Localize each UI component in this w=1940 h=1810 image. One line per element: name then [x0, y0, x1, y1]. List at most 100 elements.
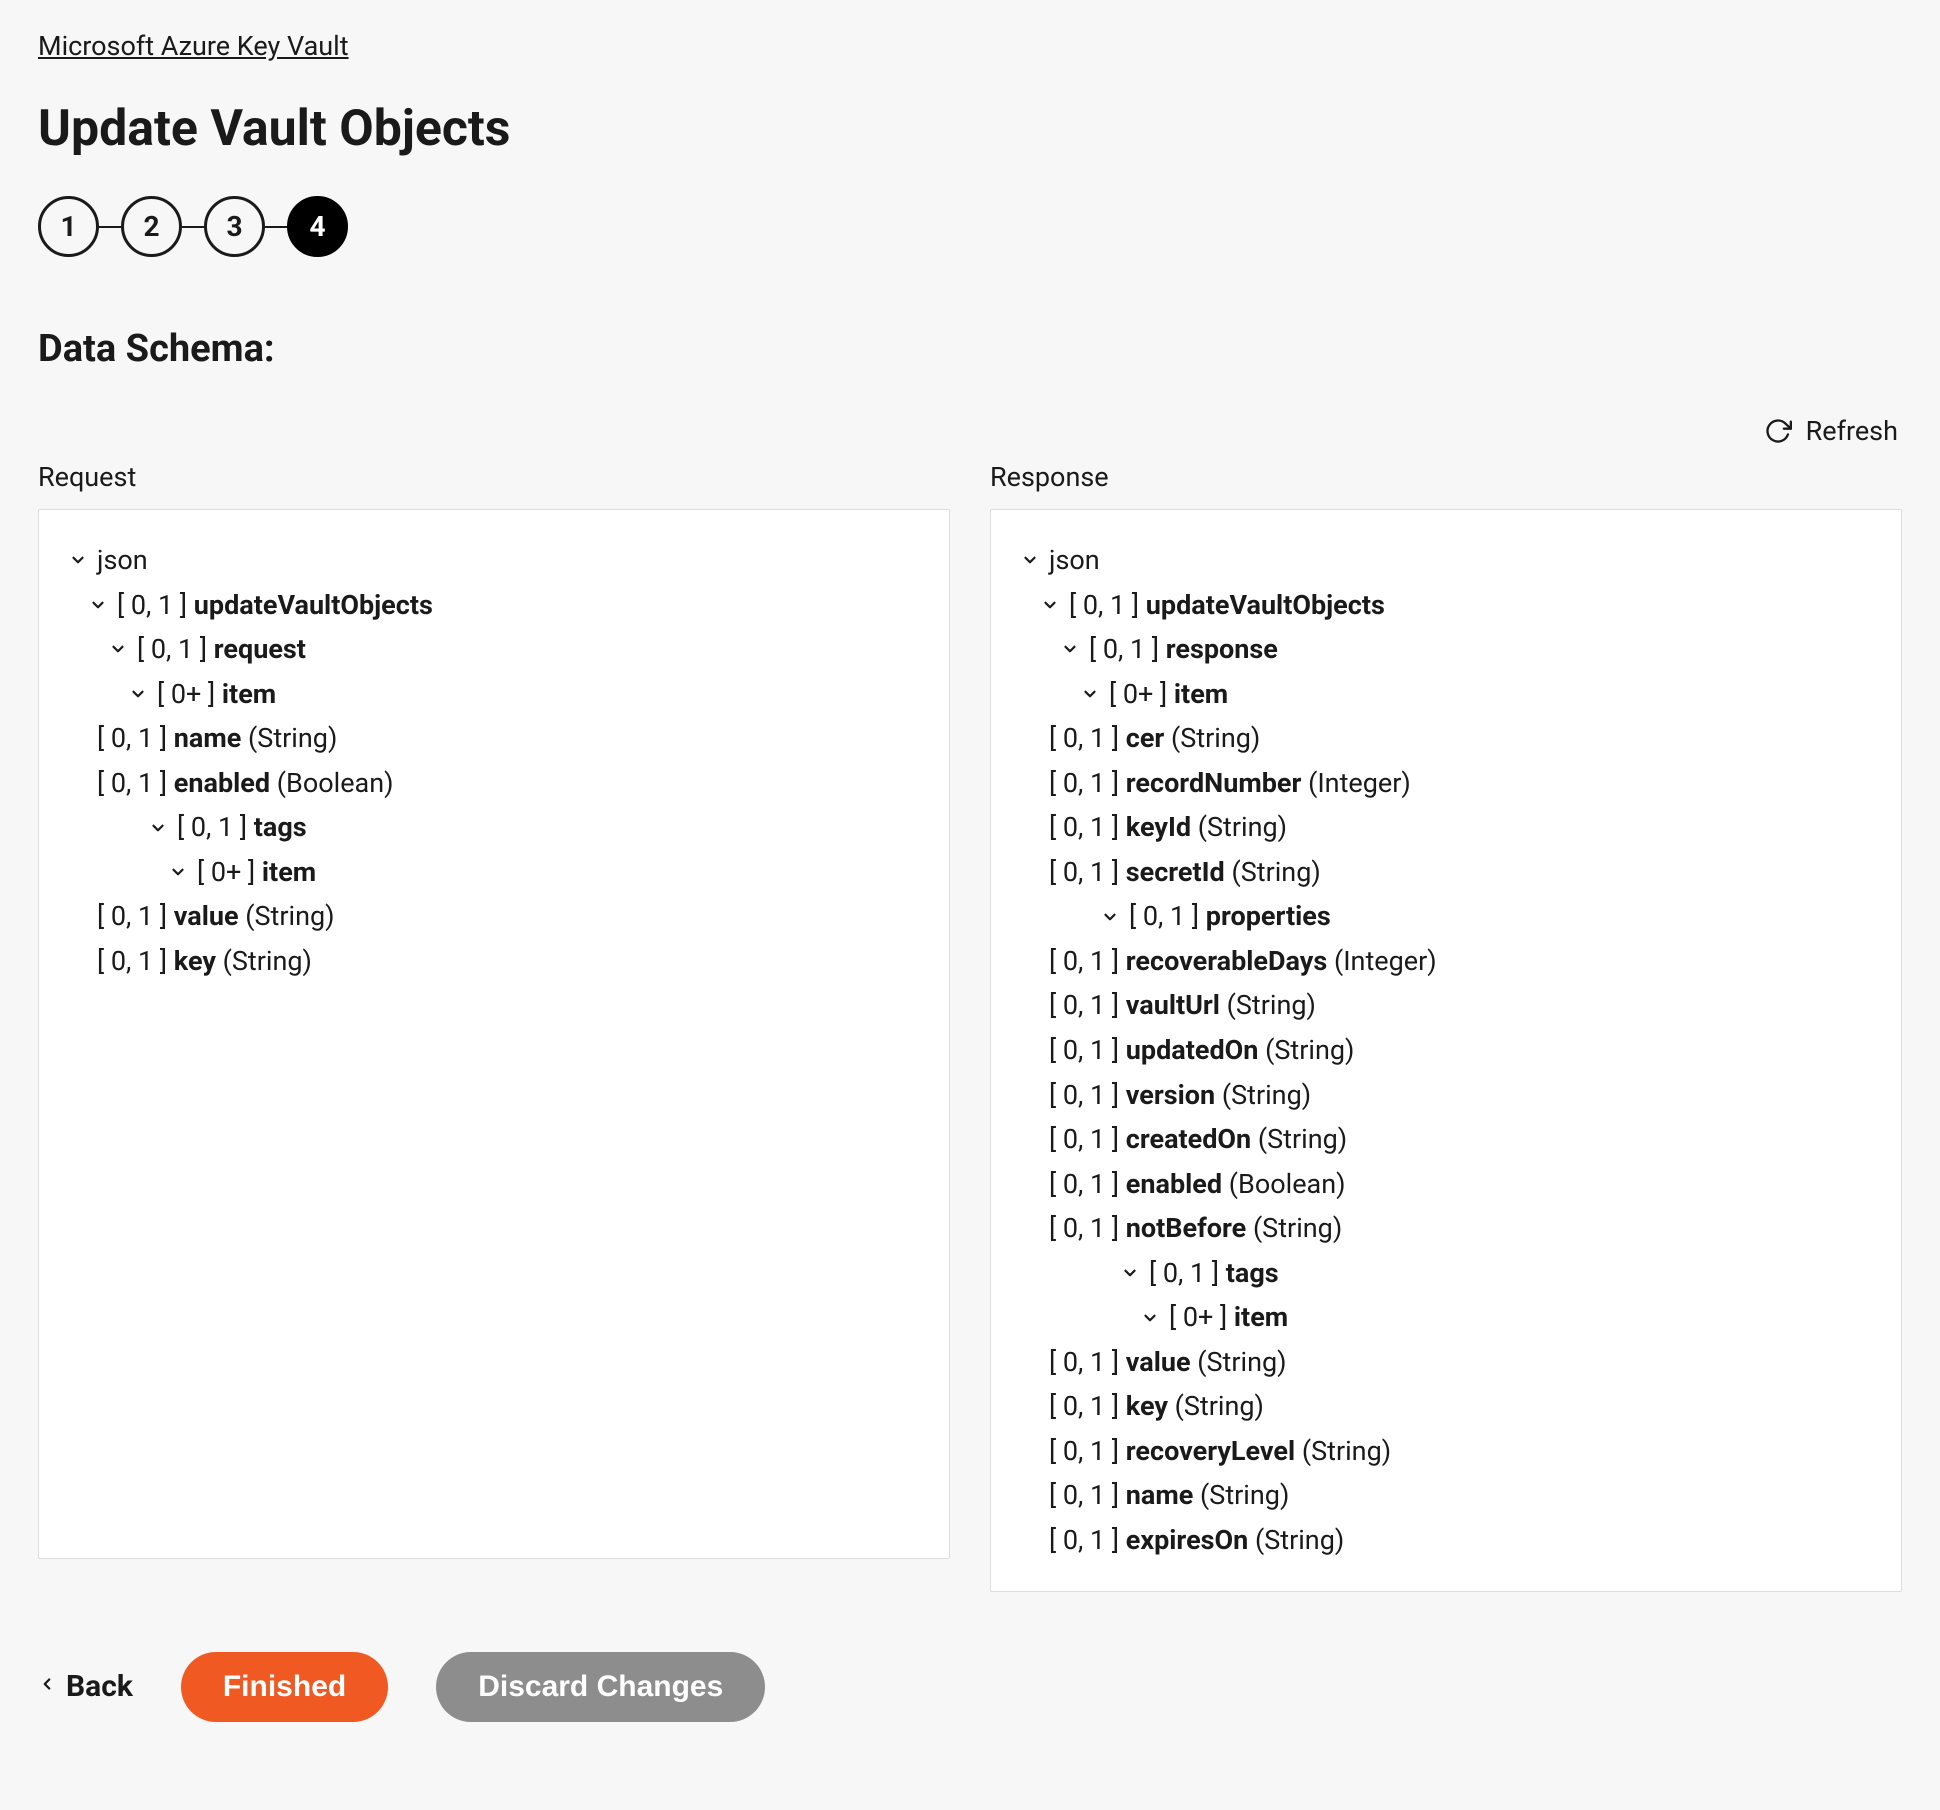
tree-node-label: [ 0, 1 ] name (String) [97, 716, 337, 761]
tree-node: [ 0, 1 ] cer (String) [1021, 716, 1871, 761]
request-panel-label: Request [38, 461, 950, 493]
tree-node-label: [ 0, 1 ] expiresOn (String) [1049, 1518, 1344, 1563]
chevron-down-icon[interactable] [89, 596, 107, 614]
tree-node-label: [ 0, 1 ] createdOn (String) [1049, 1117, 1347, 1162]
tree-node: [ 0, 1 ] recoveryLevel (String) [1021, 1429, 1871, 1474]
tree-node-label: [ 0, 1 ] name (String) [1049, 1473, 1289, 1518]
tree-node: [ 0, 1 ] updatedOn (String) [1021, 1028, 1871, 1073]
tree-node-label: [ 0, 1 ] tags [177, 805, 307, 850]
tree-node[interactable]: [ 0, 1 ] updateVaultObjects [1021, 583, 1871, 628]
tree-node: [ 0, 1 ] version (String) [1021, 1073, 1871, 1118]
tree-node-label: [ 0, 1 ] recoveryLevel (String) [1049, 1429, 1391, 1474]
tree-node[interactable]: [ 0+ ] item [1021, 672, 1871, 717]
tree-node[interactable]: json [69, 538, 919, 583]
tree-node[interactable]: [ 0+ ] item [1021, 1295, 1871, 1340]
chevron-down-icon[interactable] [129, 685, 147, 703]
tree-node-label: [ 0, 1 ] value (String) [97, 894, 335, 939]
discard-changes-button[interactable]: Discard Changes [436, 1652, 765, 1722]
response-panel-label: Response [990, 461, 1902, 493]
chevron-down-icon[interactable] [1021, 551, 1039, 569]
tree-node: [ 0, 1 ] expiresOn (String) [1021, 1518, 1871, 1563]
tree-node[interactable]: [ 0, 1 ] tags [69, 805, 919, 850]
page-title: Update Vault Objects [38, 100, 1902, 158]
step-2[interactable]: 2 [121, 196, 182, 257]
step-connector [265, 226, 287, 228]
tree-node-label: [ 0, 1 ] key (String) [1049, 1384, 1264, 1429]
tree-node-label: json [97, 538, 148, 583]
tree-node-label: [ 0+ ] item [197, 850, 316, 895]
tree-node: [ 0, 1 ] enabled (Boolean) [69, 761, 919, 806]
breadcrumb-link[interactable]: Microsoft Azure Key Vault [38, 30, 349, 62]
tree-node-label: [ 0, 1 ] response [1089, 627, 1278, 672]
tree-node: [ 0, 1 ] enabled (Boolean) [1021, 1162, 1871, 1207]
back-button[interactable]: Back [38, 1669, 133, 1704]
tree-node: [ 0, 1 ] recordNumber (Integer) [1021, 761, 1871, 806]
back-button-label: Back [66, 1669, 133, 1704]
chevron-down-icon[interactable] [1121, 1264, 1139, 1282]
chevron-down-icon[interactable] [1101, 908, 1119, 926]
tree-node-label: [ 0, 1 ] key (String) [97, 939, 312, 984]
tree-node: [ 0, 1 ] notBefore (String) [1021, 1206, 1871, 1251]
finished-button[interactable]: Finished [181, 1652, 388, 1722]
chevron-down-icon[interactable] [1141, 1309, 1159, 1327]
tree-node: [ 0, 1 ] secretId (String) [1021, 850, 1871, 895]
response-panel: json[ 0, 1 ] updateVaultObjects[ 0, 1 ] … [990, 509, 1902, 1592]
tree-node-label: [ 0, 1 ] secretId (String) [1049, 850, 1321, 895]
chevron-down-icon[interactable] [1081, 685, 1099, 703]
tree-node[interactable]: [ 0, 1 ] response [1021, 627, 1871, 672]
chevron-left-icon [38, 1669, 56, 1704]
chevron-down-icon[interactable] [1061, 640, 1079, 658]
tree-node-label: [ 0, 1 ] cer (String) [1049, 716, 1260, 761]
tree-node-label: [ 0, 1 ] notBefore (String) [1049, 1206, 1342, 1251]
tree-node-label: [ 0+ ] item [1169, 1295, 1288, 1340]
refresh-button[interactable]: Refresh [1806, 415, 1898, 447]
tree-node-label: [ 0+ ] item [1109, 672, 1228, 717]
tree-node-label: [ 0, 1 ] updateVaultObjects [1069, 583, 1385, 628]
tree-node-label: [ 0, 1 ] vaultUrl (String) [1049, 983, 1316, 1028]
step-3[interactable]: 3 [204, 196, 265, 257]
tree-node: [ 0, 1 ] key (String) [1021, 1384, 1871, 1429]
tree-node[interactable]: [ 0, 1 ] request [69, 627, 919, 672]
tree-node: [ 0, 1 ] keyId (String) [1021, 805, 1871, 850]
tree-node-label: json [1049, 538, 1100, 583]
step-connector [182, 226, 204, 228]
chevron-down-icon[interactable] [69, 551, 87, 569]
tree-node: [ 0, 1 ] recoverableDays (Integer) [1021, 939, 1871, 984]
tree-node[interactable]: [ 0, 1 ] tags [1021, 1251, 1871, 1296]
tree-node-label: [ 0, 1 ] request [137, 627, 306, 672]
tree-node[interactable]: json [1021, 538, 1871, 583]
tree-node: [ 0, 1 ] value (String) [1021, 1340, 1871, 1385]
tree-node: [ 0, 1 ] name (String) [1021, 1473, 1871, 1518]
tree-node-label: [ 0, 1 ] tags [1149, 1251, 1279, 1296]
tree-node-label: [ 0, 1 ] recordNumber (Integer) [1049, 761, 1411, 806]
request-panel: json[ 0, 1 ] updateVaultObjects[ 0, 1 ] … [38, 509, 950, 1559]
tree-node-label: [ 0, 1 ] enabled (Boolean) [1049, 1162, 1346, 1207]
step-connector [99, 226, 121, 228]
tree-node-label: [ 0, 1 ] version (String) [1049, 1073, 1311, 1118]
chevron-down-icon[interactable] [149, 819, 167, 837]
tree-node-label: [ 0, 1 ] properties [1129, 894, 1331, 939]
tree-node-label: [ 0, 1 ] enabled (Boolean) [97, 761, 394, 806]
tree-node[interactable]: [ 0+ ] item [69, 850, 919, 895]
tree-node: [ 0, 1 ] vaultUrl (String) [1021, 983, 1871, 1028]
tree-node[interactable]: [ 0, 1 ] updateVaultObjects [69, 583, 919, 628]
tree-node-label: [ 0+ ] item [157, 672, 276, 717]
tree-node-label: [ 0, 1 ] value (String) [1049, 1340, 1287, 1385]
section-heading: Data Schema: [38, 327, 1902, 371]
chevron-down-icon[interactable] [109, 640, 127, 658]
step-1[interactable]: 1 [38, 196, 99, 257]
refresh-icon[interactable] [1764, 417, 1792, 445]
tree-node-label: [ 0, 1 ] recoverableDays (Integer) [1049, 939, 1437, 984]
tree-node-label: [ 0, 1 ] updateVaultObjects [117, 583, 433, 628]
tree-node: [ 0, 1 ] value (String) [69, 894, 919, 939]
tree-node[interactable]: [ 0, 1 ] properties [1021, 894, 1871, 939]
tree-node-label: [ 0, 1 ] keyId (String) [1049, 805, 1287, 850]
tree-node: [ 0, 1 ] name (String) [69, 716, 919, 761]
tree-node: [ 0, 1 ] key (String) [69, 939, 919, 984]
step-4[interactable]: 4 [287, 196, 348, 257]
tree-node[interactable]: [ 0+ ] item [69, 672, 919, 717]
tree-node-label: [ 0, 1 ] updatedOn (String) [1049, 1028, 1354, 1073]
chevron-down-icon[interactable] [1041, 596, 1059, 614]
stepper: 1234 [38, 196, 1902, 257]
chevron-down-icon[interactable] [169, 863, 187, 881]
